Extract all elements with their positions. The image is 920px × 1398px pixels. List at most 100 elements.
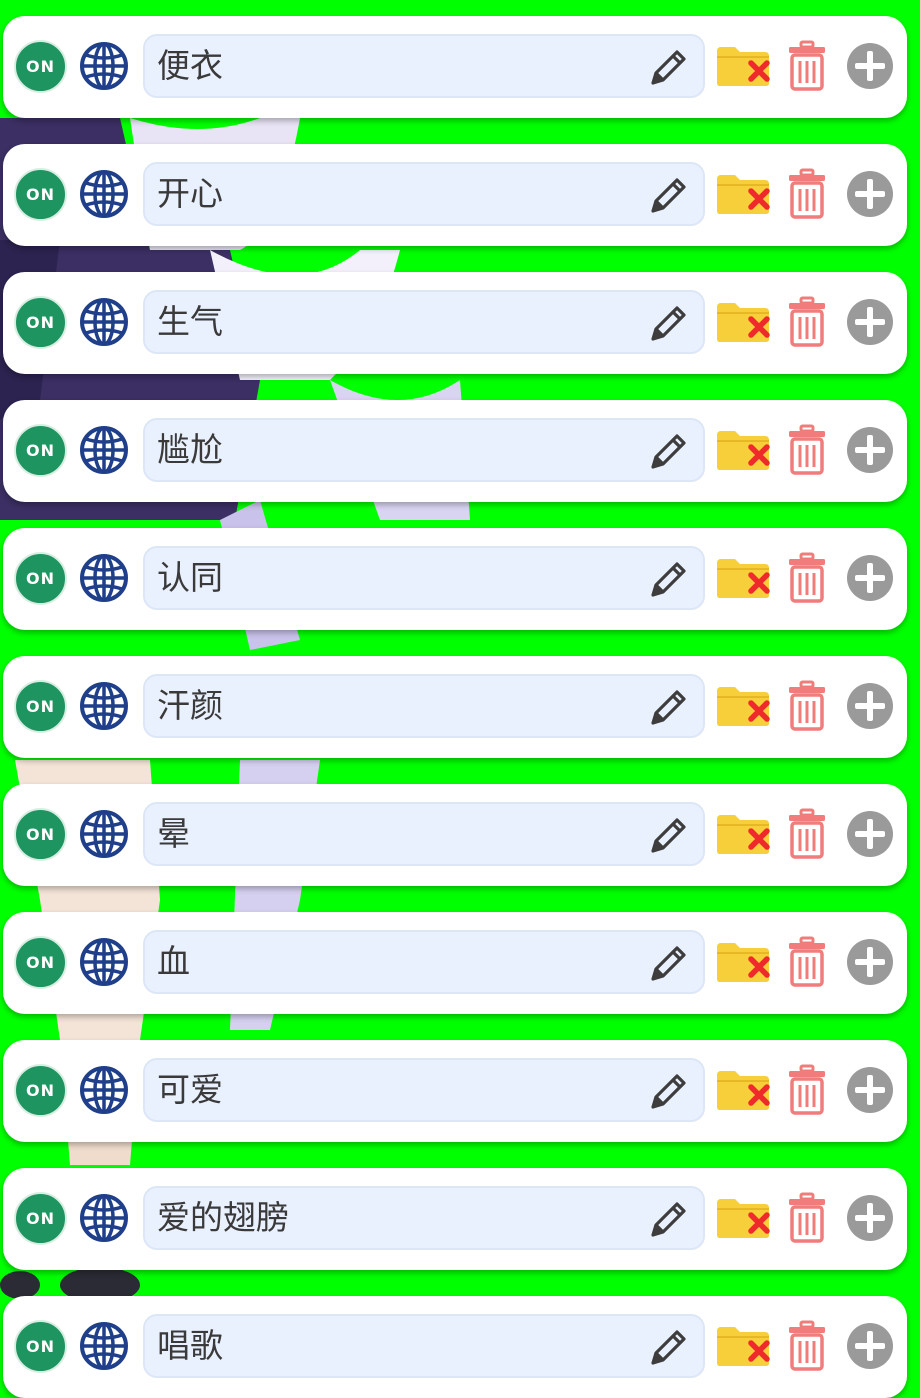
expression-name: 血 (157, 942, 190, 981)
expression-name: 尴尬 (157, 430, 223, 469)
pencil-icon[interactable] (647, 685, 691, 729)
expression-name: 生气 (157, 302, 223, 341)
expression-name: 唱歌 (157, 1326, 223, 1365)
pencil-icon[interactable] (647, 557, 691, 601)
on-toggle-button[interactable]: ON (14, 1064, 67, 1117)
expression-name-field[interactable]: 汗颜 (143, 674, 705, 738)
on-toggle-button[interactable]: ON (14, 680, 67, 733)
expression-list: ON 便衣 ON 开心 ON 生气 ON 尴尬 ON 认同 ON 汗颜 ON 晕… (0, 0, 920, 1398)
folder-remove-icon[interactable] (715, 171, 773, 217)
trash-icon[interactable] (787, 936, 827, 988)
on-toggle-button[interactable]: ON (14, 1192, 67, 1245)
on-toggle-button[interactable]: ON (14, 40, 67, 93)
folder-remove-icon[interactable] (715, 555, 773, 601)
expression-name-field[interactable]: 晕 (143, 802, 705, 866)
plus-circle-icon[interactable] (846, 170, 894, 218)
trash-icon[interactable] (787, 552, 827, 604)
expression-row: ON 可爱 (3, 1040, 907, 1142)
trash-icon[interactable] (787, 424, 827, 476)
expression-name-field[interactable]: 生气 (143, 290, 705, 354)
pencil-icon[interactable] (647, 1325, 691, 1369)
toggle-label: ON (26, 1209, 55, 1228)
on-toggle-button[interactable]: ON (14, 296, 67, 349)
pencil-icon[interactable] (647, 941, 691, 985)
pencil-icon[interactable] (647, 173, 691, 217)
expression-name-field[interactable]: 爱的翅膀 (143, 1186, 705, 1250)
plus-circle-icon[interactable] (846, 1322, 894, 1370)
expression-name-field[interactable]: 开心 (143, 162, 705, 226)
expression-row: ON 生气 (3, 272, 907, 374)
plus-circle-icon[interactable] (846, 938, 894, 986)
pencil-icon[interactable] (647, 45, 691, 89)
toggle-label: ON (26, 697, 55, 716)
globe-icon[interactable] (79, 937, 129, 987)
trash-icon[interactable] (787, 1320, 827, 1372)
expression-name-field[interactable]: 尴尬 (143, 418, 705, 482)
expression-name: 开心 (157, 174, 223, 213)
globe-icon[interactable] (79, 681, 129, 731)
trash-icon[interactable] (787, 1192, 827, 1244)
toggle-label: ON (26, 953, 55, 972)
expression-name-field[interactable]: 可爱 (143, 1058, 705, 1122)
expression-row: ON 尴尬 (3, 400, 907, 502)
expression-row: ON 认同 (3, 528, 907, 630)
folder-remove-icon[interactable] (715, 427, 773, 473)
on-toggle-button[interactable]: ON (14, 552, 67, 605)
folder-remove-icon[interactable] (715, 1195, 773, 1241)
globe-icon[interactable] (79, 809, 129, 859)
expression-name-field[interactable]: 认同 (143, 546, 705, 610)
on-toggle-button[interactable]: ON (14, 808, 67, 861)
globe-icon[interactable] (79, 41, 129, 91)
plus-circle-icon[interactable] (846, 1194, 894, 1242)
trash-icon[interactable] (787, 40, 827, 92)
plus-circle-icon[interactable] (846, 42, 894, 90)
folder-remove-icon[interactable] (715, 1067, 773, 1113)
expression-row: ON 汗颜 (3, 656, 907, 758)
expression-row: ON 开心 (3, 144, 907, 246)
expression-row: ON 爱的翅膀 (3, 1168, 907, 1270)
trash-icon[interactable] (787, 808, 827, 860)
globe-icon[interactable] (79, 1321, 129, 1371)
plus-circle-icon[interactable] (846, 426, 894, 474)
folder-remove-icon[interactable] (715, 811, 773, 857)
plus-circle-icon[interactable] (846, 1066, 894, 1114)
plus-circle-icon[interactable] (846, 682, 894, 730)
globe-icon[interactable] (79, 425, 129, 475)
on-toggle-button[interactable]: ON (14, 936, 67, 989)
expression-name: 晕 (157, 814, 190, 853)
trash-icon[interactable] (787, 680, 827, 732)
expression-name-field[interactable]: 便衣 (143, 34, 705, 98)
folder-remove-icon[interactable] (715, 43, 773, 89)
pencil-icon[interactable] (647, 1197, 691, 1241)
folder-remove-icon[interactable] (715, 1323, 773, 1369)
expression-name: 爱的翅膀 (157, 1198, 289, 1237)
pencil-icon[interactable] (647, 301, 691, 345)
toggle-label: ON (26, 569, 55, 588)
globe-icon[interactable] (79, 553, 129, 603)
expression-name-field[interactable]: 血 (143, 930, 705, 994)
pencil-icon[interactable] (647, 813, 691, 857)
plus-circle-icon[interactable] (846, 554, 894, 602)
toggle-label: ON (26, 185, 55, 204)
expression-name-field[interactable]: 唱歌 (143, 1314, 705, 1378)
on-toggle-button[interactable]: ON (14, 1320, 67, 1373)
toggle-label: ON (26, 825, 55, 844)
trash-icon[interactable] (787, 296, 827, 348)
plus-circle-icon[interactable] (846, 298, 894, 346)
globe-icon[interactable] (79, 1193, 129, 1243)
on-toggle-button[interactable]: ON (14, 424, 67, 477)
pencil-icon[interactable] (647, 429, 691, 473)
folder-remove-icon[interactable] (715, 299, 773, 345)
folder-remove-icon[interactable] (715, 939, 773, 985)
on-toggle-button[interactable]: ON (14, 168, 67, 221)
trash-icon[interactable] (787, 168, 827, 220)
globe-icon[interactable] (79, 1065, 129, 1115)
plus-circle-icon[interactable] (846, 810, 894, 858)
toggle-label: ON (26, 1337, 55, 1356)
globe-icon[interactable] (79, 169, 129, 219)
folder-remove-icon[interactable] (715, 683, 773, 729)
expression-row: ON 血 (3, 912, 907, 1014)
trash-icon[interactable] (787, 1064, 827, 1116)
globe-icon[interactable] (79, 297, 129, 347)
pencil-icon[interactable] (647, 1069, 691, 1113)
